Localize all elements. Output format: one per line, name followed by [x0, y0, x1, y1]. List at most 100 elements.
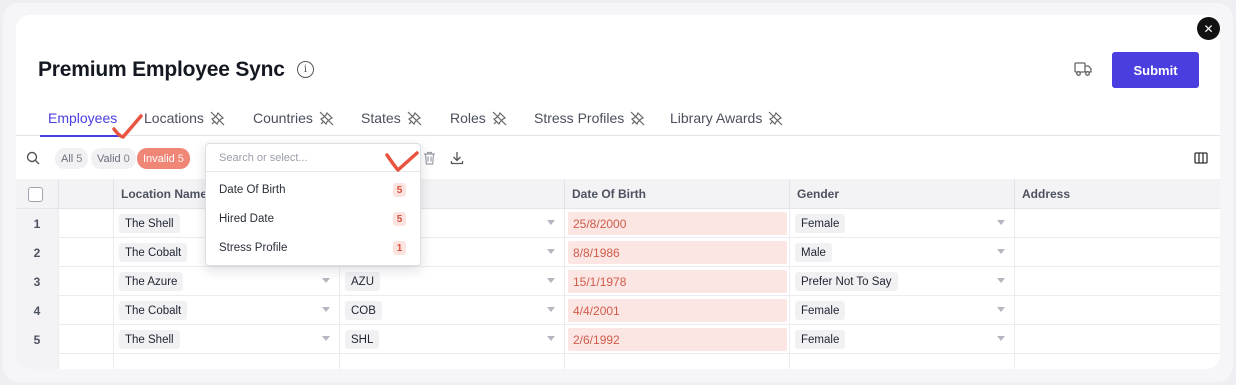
search-icon[interactable]: [26, 151, 40, 165]
dob-invalid-value: 8/8/1986: [568, 241, 787, 264]
row-spacer-cell: [59, 296, 114, 325]
location-cell[interactable]: The Shell: [114, 325, 340, 354]
tab-countries[interactable]: Countries: [253, 103, 334, 136]
gender-cell[interactable]: Female: [790, 296, 1015, 325]
filter-valid[interactable]: Valid 0: [91, 148, 136, 169]
tab-label: Library Awards: [670, 110, 763, 126]
row-spacer-cell: [59, 267, 114, 296]
table-row[interactable]: 3 The Azure AZU 15/1/1978 Prefer Not To …: [16, 267, 1220, 296]
pin-off-icon[interactable]: [492, 111, 507, 126]
chevron-down-icon[interactable]: [547, 307, 555, 312]
trash-icon[interactable]: [423, 151, 436, 165]
tab-label: Employees: [48, 110, 118, 126]
column-header-gender[interactable]: Gender: [790, 179, 1015, 209]
chevron-down-icon[interactable]: [997, 307, 1005, 312]
dropdown-item-date-of-birth[interactable]: Date Of Birth 5: [206, 175, 420, 204]
table-row[interactable]: 1 The Shell 25/8/2000 Female: [16, 209, 1220, 238]
table-row[interactable]: 5 The Shell SHL 2/6/1992 Female: [16, 325, 1220, 354]
tab-employees[interactable]: Employees: [39, 103, 126, 137]
chevron-down-icon[interactable]: [547, 278, 555, 283]
location-cell[interactable]: The Cobalt: [114, 296, 340, 325]
tab-label: Countries: [253, 110, 313, 126]
tab-locations[interactable]: Locations: [144, 103, 225, 136]
filter-all[interactable]: All 5: [55, 148, 89, 169]
error-count-badge: 5: [393, 183, 406, 197]
dob-cell[interactable]: 4/4/2001: [565, 296, 790, 325]
column-header: [59, 179, 114, 209]
address-cell[interactable]: [1015, 296, 1220, 325]
empty-cell: [114, 354, 340, 369]
dob-cell[interactable]: 2/6/1992: [565, 325, 790, 354]
dob-cell[interactable]: 8/8/1986: [565, 238, 790, 267]
pin-off-icon[interactable]: [319, 111, 334, 126]
tab-stress-profiles[interactable]: Stress Profiles: [534, 103, 645, 136]
columns-icon[interactable]: [1194, 152, 1208, 164]
tab-states[interactable]: States: [361, 103, 422, 136]
dropdown-item-hired-date[interactable]: Hired Date 5: [206, 204, 420, 233]
gender-chip: Female: [795, 330, 846, 349]
table-row[interactable]: 4 The Cobalt COB 4/4/2001 Female: [16, 296, 1220, 325]
chevron-down-icon[interactable]: [997, 249, 1005, 254]
row-spacer-cell: [59, 238, 114, 267]
close-icon: ✕: [1203, 21, 1214, 36]
gender-cell[interactable]: Male: [790, 238, 1015, 267]
dob-invalid-value: 15/1/1978: [568, 270, 787, 293]
code-cell[interactable]: SHL: [340, 325, 565, 354]
address-cell[interactable]: [1015, 267, 1220, 296]
dob-cell[interactable]: 15/1/1978: [565, 267, 790, 296]
address-cell[interactable]: [1015, 209, 1220, 238]
chevron-down-icon[interactable]: [322, 278, 330, 283]
dropdown-item-stress-profile[interactable]: Stress Profile 1: [206, 233, 420, 262]
table-row[interactable]: 2 The Cobalt 8/8/1986 Male: [16, 238, 1220, 267]
select-all-checkbox[interactable]: [28, 187, 43, 202]
column-header-address[interactable]: Address: [1015, 179, 1220, 209]
pin-off-icon[interactable]: [407, 111, 422, 126]
filter-invalid[interactable]: Invalid 5: [137, 148, 190, 169]
pin-off-icon[interactable]: [630, 111, 645, 126]
chevron-down-icon[interactable]: [997, 220, 1005, 225]
code-cell[interactable]: COB: [340, 296, 565, 325]
empty-cell: [790, 354, 1015, 369]
tab-roles[interactable]: Roles: [450, 103, 507, 136]
chevron-down-icon[interactable]: [547, 336, 555, 341]
dob-cell[interactable]: 25/8/2000: [565, 209, 790, 238]
column-header-date-of-birth[interactable]: Date Of Birth: [565, 179, 790, 209]
filter-count: 0: [123, 152, 130, 165]
tab-library-awards[interactable]: Library Awards: [670, 103, 783, 136]
truck-icon[interactable]: [1074, 61, 1092, 77]
address-cell[interactable]: [1015, 238, 1220, 267]
row-spacer-cell: [59, 325, 114, 354]
gender-cell[interactable]: Female: [790, 325, 1015, 354]
filter-count: 5: [76, 152, 83, 165]
tab-label: States: [361, 110, 401, 126]
pin-off-icon[interactable]: [210, 111, 225, 126]
annotation-check-mark: [112, 114, 143, 139]
code-cell[interactable]: AZU: [340, 267, 565, 296]
empty-row: [16, 354, 1220, 369]
close-button[interactable]: ✕: [1197, 17, 1220, 40]
tab-bar: Employees Locations Countries States Rol…: [16, 103, 1220, 137]
dropdown-item-label: Hired Date: [219, 212, 274, 225]
gender-cell[interactable]: Female: [790, 209, 1015, 238]
location-cell[interactable]: The Azure: [114, 267, 340, 296]
address-cell[interactable]: [1015, 325, 1220, 354]
chevron-down-icon[interactable]: [547, 249, 555, 254]
annotation-check-mark: [385, 151, 419, 172]
gender-cell[interactable]: Prefer Not To Say: [790, 267, 1015, 296]
location-chip: The Azure: [119, 272, 184, 291]
pin-off-icon[interactable]: [768, 111, 783, 126]
submit-button[interactable]: Submit: [1112, 52, 1199, 88]
download-icon[interactable]: [450, 151, 464, 165]
row-number: 5: [16, 325, 59, 354]
chevron-down-icon[interactable]: [322, 336, 330, 341]
filter-label: Valid: [97, 152, 121, 165]
location-chip: The Cobalt: [119, 243, 188, 262]
chevron-down-icon[interactable]: [547, 220, 555, 225]
chevron-down-icon[interactable]: [997, 278, 1005, 283]
filter-count: 5: [177, 152, 184, 165]
info-icon[interactable]: i: [297, 61, 314, 78]
chevron-down-icon[interactable]: [997, 336, 1005, 341]
gender-chip: Female: [795, 301, 846, 320]
empty-cell: [565, 354, 790, 369]
chevron-down-icon[interactable]: [322, 307, 330, 312]
